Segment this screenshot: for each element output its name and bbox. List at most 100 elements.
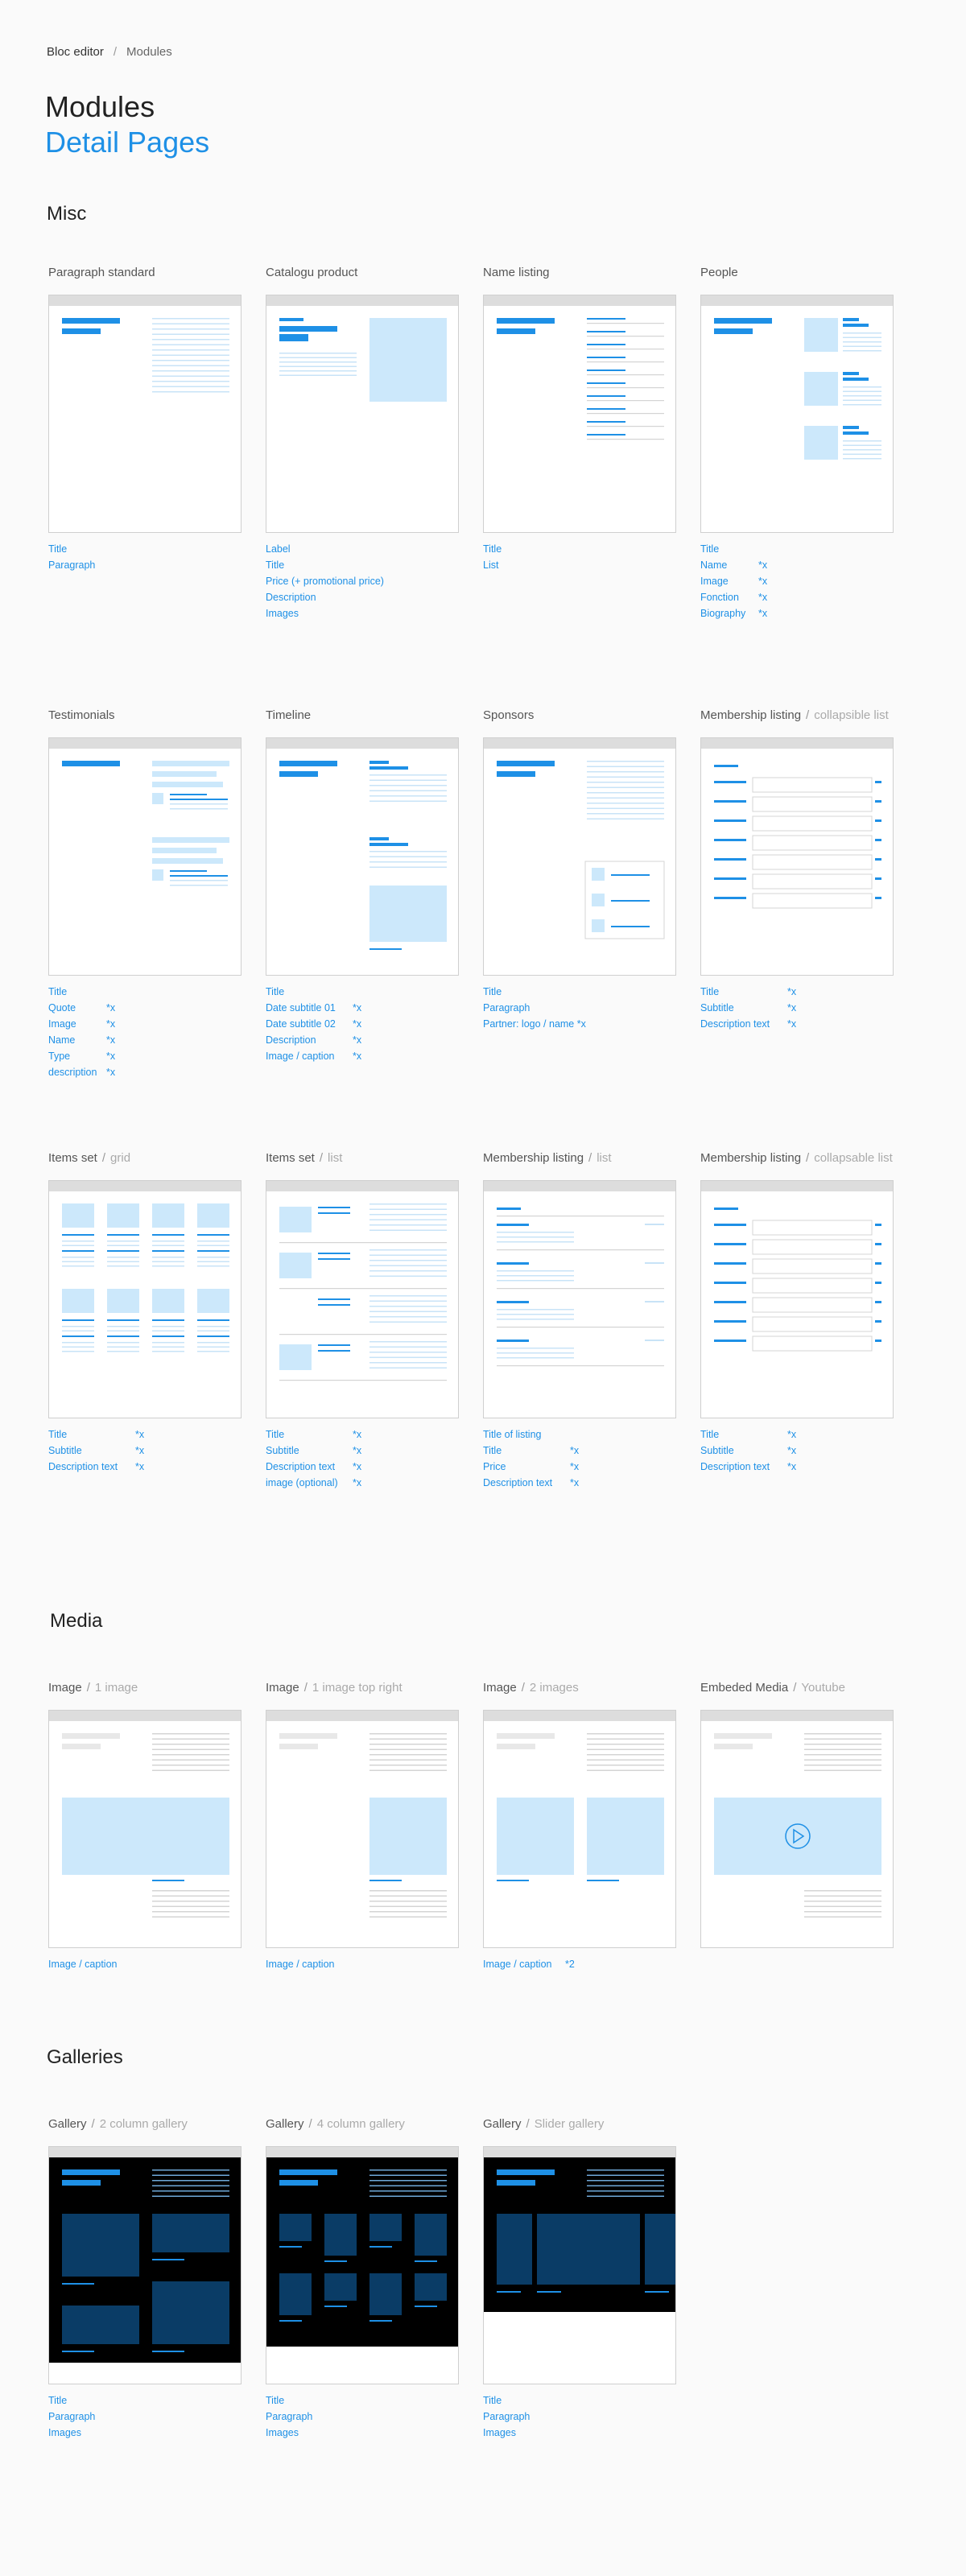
module-thumbnail[interactable] bbox=[48, 1180, 242, 1418]
text-line bbox=[843, 350, 881, 352]
item-title bbox=[152, 1250, 184, 1252]
text-line bbox=[804, 1916, 881, 1918]
text-line bbox=[587, 2180, 664, 2182]
browser-bar bbox=[266, 295, 458, 306]
module-thumbnail[interactable] bbox=[700, 1710, 894, 1948]
card-title-text: Paragraph standard bbox=[48, 266, 155, 279]
browser-bar bbox=[701, 1711, 893, 1721]
module-thumbnail[interactable] bbox=[266, 1180, 459, 1418]
field-name: Subtitle bbox=[266, 1445, 299, 1456]
field-multiplicity: *x bbox=[353, 1051, 362, 1062]
field-name: Images bbox=[266, 2427, 299, 2438]
gallery-image bbox=[279, 2214, 312, 2241]
text-line bbox=[497, 1280, 574, 1282]
item-bar bbox=[714, 1320, 746, 1323]
card-title-text: Membership listing bbox=[700, 1151, 802, 1165]
browser-bar bbox=[484, 1711, 675, 1721]
text-line bbox=[587, 797, 664, 799]
text-line bbox=[587, 818, 664, 819]
field-name: Paragraph bbox=[48, 559, 96, 571]
module-thumbnail[interactable] bbox=[483, 1180, 676, 1418]
module-thumbnail[interactable] bbox=[266, 295, 459, 533]
module-thumbnail[interactable] bbox=[266, 737, 459, 976]
field-label-row: Image / caption bbox=[48, 1956, 117, 1972]
text-line bbox=[152, 2169, 229, 2171]
module-thumbnail[interactable] bbox=[48, 737, 242, 976]
module-thumbnail[interactable] bbox=[48, 295, 242, 533]
module-thumbnail[interactable] bbox=[48, 2146, 242, 2384]
field-label-row: Title *x bbox=[483, 1443, 579, 1459]
item-title bbox=[107, 1319, 139, 1321]
field-name: Paragraph bbox=[483, 2411, 530, 2422]
module-thumbnail[interactable] bbox=[483, 737, 676, 976]
field-name: Title bbox=[483, 1445, 502, 1456]
field-name: Price bbox=[483, 1461, 506, 1472]
module-thumbnail[interactable] bbox=[48, 1710, 242, 1948]
field-multiplicity: *x bbox=[106, 1002, 116, 1013]
module-thumbnail[interactable] bbox=[700, 1180, 894, 1418]
text-line bbox=[369, 2169, 447, 2171]
field-label-row: Description *x bbox=[266, 1032, 361, 1048]
text-line bbox=[587, 761, 664, 762]
toggle bbox=[875, 858, 881, 861]
text-line bbox=[152, 1265, 184, 1267]
caption-bar bbox=[62, 2283, 94, 2285]
module-thumbnail[interactable] bbox=[700, 295, 894, 533]
module-thumbnail[interactable] bbox=[483, 295, 676, 533]
module-thumbnail[interactable] bbox=[700, 737, 894, 976]
field-labels: Title of listing Title *x Price *x Descriptio… bbox=[483, 1426, 579, 1491]
text-line bbox=[587, 1738, 664, 1740]
partner-name bbox=[611, 900, 650, 902]
price-line bbox=[645, 1340, 664, 1341]
text-line bbox=[107, 1241, 139, 1242]
divider bbox=[279, 1242, 447, 1244]
field-label-row: Description text *x bbox=[700, 1459, 796, 1475]
field-label-row: Quote *x bbox=[48, 1000, 115, 1016]
field-label-row: Description text *x bbox=[483, 1475, 579, 1491]
field-multiplicity: *x bbox=[353, 1477, 362, 1488]
text-line bbox=[369, 1895, 447, 1897]
card-title-separator: / bbox=[806, 1151, 810, 1165]
browser-bar bbox=[701, 738, 893, 749]
card-title: Sponsors bbox=[483, 708, 534, 722]
module-thumbnail[interactable] bbox=[483, 2146, 676, 2384]
text-line bbox=[843, 404, 881, 406]
row-outline bbox=[752, 854, 873, 870]
module-thumbnail[interactable] bbox=[266, 1710, 459, 1948]
name-bar bbox=[587, 369, 625, 371]
module-thumbnail[interactable] bbox=[266, 2146, 459, 2384]
name-bar bbox=[587, 331, 625, 332]
browser-bar bbox=[701, 295, 893, 306]
text-line bbox=[152, 354, 229, 356]
text-line bbox=[804, 1733, 881, 1735]
field-multiplicity: *x bbox=[353, 1445, 362, 1456]
field-name: Title bbox=[48, 1429, 68, 1440]
text-line bbox=[369, 790, 447, 791]
field-multiplicity: *x bbox=[135, 1429, 145, 1440]
wireframe bbox=[497, 761, 665, 939]
divider bbox=[587, 361, 664, 363]
card-title-separator: / bbox=[793, 1681, 797, 1695]
field-name: Title bbox=[48, 986, 68, 997]
title-bar bbox=[497, 761, 555, 766]
card-title-text: Items set bbox=[48, 1151, 97, 1165]
card-title-text: Testimonials bbox=[48, 708, 115, 722]
gallery-image bbox=[62, 2306, 139, 2344]
wireframe bbox=[484, 2157, 675, 2312]
field-name: Description text bbox=[48, 1461, 118, 1472]
module-thumbnail[interactable] bbox=[483, 1710, 676, 1948]
field-name: Image / caption bbox=[48, 1959, 118, 1970]
text-line bbox=[369, 1769, 447, 1771]
text-line bbox=[587, 803, 664, 804]
item-bar bbox=[714, 1282, 746, 1284]
price-bar bbox=[279, 334, 308, 341]
wireframe bbox=[62, 1733, 229, 1918]
name-bar bbox=[170, 794, 207, 795]
text-line bbox=[369, 1362, 447, 1364]
row-outline bbox=[752, 815, 873, 832]
text-line bbox=[152, 1759, 229, 1761]
field-label-row: Subtitle *x bbox=[48, 1443, 144, 1459]
item-title bbox=[62, 1335, 94, 1337]
field-label-row: Title bbox=[266, 2392, 312, 2409]
breadcrumb-root[interactable]: Bloc editor bbox=[47, 45, 104, 59]
